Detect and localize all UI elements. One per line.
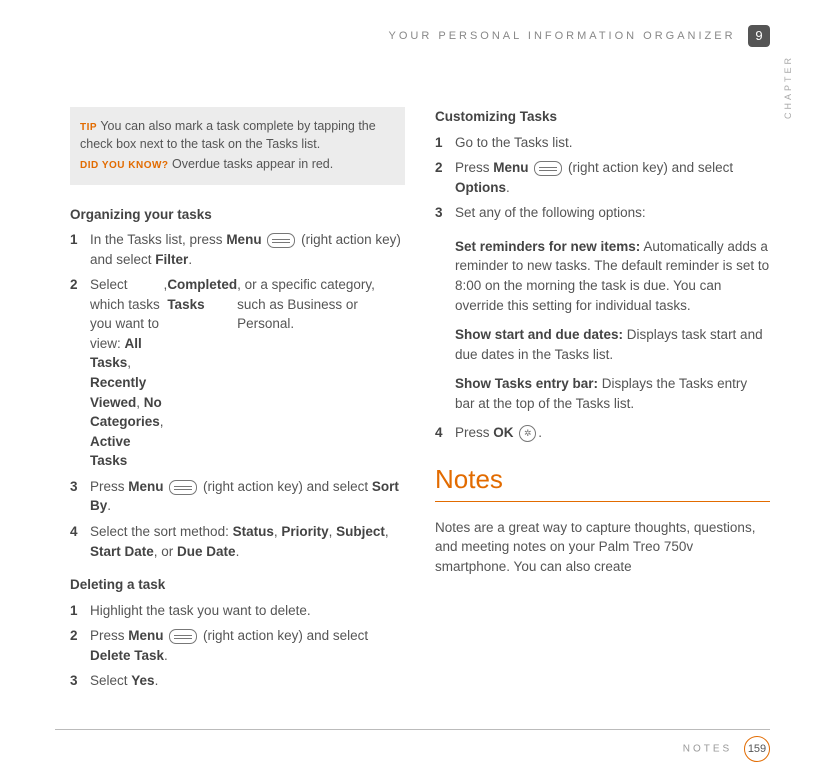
customizing-steps: 1 Go to the Tasks list. 2 Press Menu (ri… <box>435 133 770 223</box>
step-text: Select the sort method: Status, Priority… <box>90 522 405 561</box>
option-label: Set reminders for new items: <box>455 239 640 254</box>
option-label: Show start and due dates: <box>455 327 623 342</box>
notes-section-title: Notes <box>435 461 770 499</box>
step-number: 3 <box>435 203 455 223</box>
menu-key-icon <box>169 480 197 495</box>
step-text: Select Yes. <box>90 671 405 691</box>
menu-key-icon <box>534 161 562 176</box>
step-number: 4 <box>70 522 90 561</box>
organizing-heading: Organizing your tasks <box>70 205 405 225</box>
step-number: 1 <box>70 601 90 621</box>
step-number: 2 <box>70 275 90 471</box>
option-block: Show Tasks entry bar: Displays the Tasks… <box>455 374 770 413</box>
step-text: In the Tasks list, press Menu (right act… <box>90 230 405 269</box>
deleting-steps: 1 Highlight the task you want to delete.… <box>70 601 405 691</box>
step: 1 Highlight the task you want to delete. <box>70 601 405 621</box>
ok-key-icon: ✲ <box>519 425 536 442</box>
step: 1 Go to the Tasks list. <box>435 133 770 153</box>
menu-key-icon <box>267 233 295 248</box>
option-block: Set reminders for new items: Automatical… <box>455 237 770 315</box>
page-number: 159 <box>744 736 770 762</box>
deleting-heading: Deleting a task <box>70 575 405 595</box>
customizing-steps-end: 4 Press OK ✲. <box>435 423 770 443</box>
step-text: Highlight the task you want to delete. <box>90 601 405 621</box>
step-text: Select which tasks you want to view: All… <box>90 275 164 471</box>
tip-box: TIP You can also mark a task complete by… <box>70 107 405 185</box>
step-number: 4 <box>435 423 455 443</box>
step: 3 Select Yes. <box>70 671 405 691</box>
step-number: 2 <box>70 626 90 665</box>
step-text: Go to the Tasks list. <box>455 133 770 153</box>
step-text: Set any of the following options: <box>455 203 770 223</box>
tip-label: TIP <box>80 122 97 133</box>
did-you-know-label: DID YOU KNOW? <box>80 160 169 171</box>
header-title: YOUR PERSONAL INFORMATION ORGANIZER <box>389 30 736 42</box>
footer-section-label: NOTES <box>683 744 732 755</box>
step-text: Press OK ✲. <box>455 423 770 443</box>
step-number: 2 <box>435 158 455 197</box>
step-number: 3 <box>70 671 90 691</box>
tip-text: You can also mark a task complete by tap… <box>80 119 376 151</box>
menu-key-icon <box>169 629 197 644</box>
notes-intro-text: Notes are a great way to capture thought… <box>435 518 770 577</box>
section-divider <box>435 501 770 502</box>
step: 2 Press Menu (right action key) and sele… <box>70 626 405 665</box>
step-number: 1 <box>70 230 90 269</box>
step: 3 Press Menu (right action key) and sele… <box>70 477 405 516</box>
step: 1 In the Tasks list, press Menu (right a… <box>70 230 405 269</box>
left-column: TIP You can also mark a task complete by… <box>70 107 405 705</box>
chapter-vertical-label: CHAPTER <box>783 55 793 119</box>
step: 4 Press OK ✲. <box>435 423 770 443</box>
step-text: Press Menu (right action key) and select… <box>90 477 405 516</box>
step-text: Press Menu (right action key) and select… <box>90 626 405 665</box>
step: 2 Press Menu (right action key) and sele… <box>435 158 770 197</box>
step-number: 3 <box>70 477 90 516</box>
customizing-heading: Customizing Tasks <box>435 107 770 127</box>
step-number: 1 <box>435 133 455 153</box>
step: 4 Select the sort method: Status, Priori… <box>70 522 405 561</box>
page-header: YOUR PERSONAL INFORMATION ORGANIZER 9 <box>70 25 770 47</box>
right-column: Customizing Tasks 1 Go to the Tasks list… <box>435 107 770 705</box>
content-columns: TIP You can also mark a task complete by… <box>70 107 770 705</box>
option-label: Show Tasks entry bar: <box>455 376 598 391</box>
did-you-know-text: Overdue tasks appear in red. <box>172 157 333 171</box>
organizing-steps: 1 In the Tasks list, press Menu (right a… <box>70 230 405 561</box>
option-block: Show start and due dates: Displays task … <box>455 325 770 364</box>
page-footer: NOTES 159 <box>55 729 770 762</box>
chapter-number-tab: 9 <box>748 25 770 47</box>
manual-page: YOUR PERSONAL INFORMATION ORGANIZER 9 CH… <box>0 0 825 782</box>
step: 3 Set any of the following options: <box>435 203 770 223</box>
step-text: Press Menu (right action key) and select… <box>455 158 770 197</box>
step: 2 Select which tasks you want to view: A… <box>70 275 405 471</box>
